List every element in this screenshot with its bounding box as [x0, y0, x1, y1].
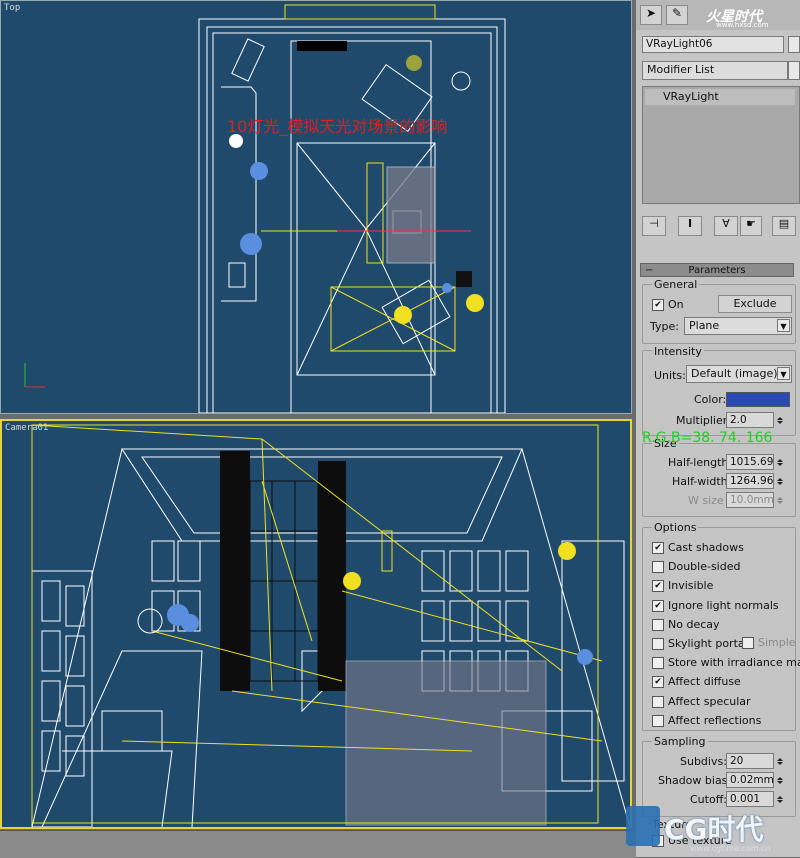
w-size-label: W size — [688, 494, 724, 507]
multiplier-spinner[interactable] — [776, 412, 784, 428]
shadow-bias-label: Shadow bias: — [658, 774, 732, 787]
watermark-cg-url: www.cgtime.com.cn — [690, 844, 771, 853]
color-swatch[interactable] — [726, 392, 790, 407]
object-name-field[interactable]: VRayLight06 — [642, 36, 784, 53]
option-checkbox[interactable] — [652, 618, 664, 631]
option-label: Double-sided — [668, 560, 741, 574]
scene-annotation: 10灯光_模拟天光对场景的影响 — [227, 117, 448, 136]
modifier-stack[interactable]: VRayLight — [642, 86, 800, 204]
modifier-list-arrow[interactable] — [788, 61, 800, 80]
cutoff-label: Cutoff: — [690, 793, 727, 806]
chevron-down-icon: ▼ — [777, 367, 790, 380]
option-label: Affect reflections — [668, 713, 762, 727]
stack-item-label: VRayLight — [663, 90, 719, 103]
sampling-title: Sampling — [652, 735, 708, 748]
half-width-field[interactable]: 1264.969 — [726, 473, 774, 489]
general-group — [642, 284, 796, 344]
option-checkbox[interactable] — [652, 695, 664, 708]
option-checkbox[interactable]: ✔ — [652, 542, 664, 554]
option-label: Ignore light normals — [668, 598, 779, 612]
watermark-url: www.hxsd.com — [716, 21, 769, 29]
panel-tab-bar: ➤ ✎ 火星时代 www.hxsd.com — [636, 0, 800, 30]
modify-tab[interactable]: ✎ — [666, 5, 688, 25]
on-checkbox[interactable]: ✔ — [652, 299, 664, 311]
rgb-readout: R.G.B=38. 74. 166 — [642, 430, 773, 446]
type-label: Type: — [650, 320, 679, 333]
option-label: Skylight portal — [668, 637, 748, 650]
cutoff-field[interactable]: 0.001 — [726, 791, 774, 807]
configure-sets-button[interactable]: ▤ — [772, 216, 796, 236]
make-unique-button[interactable]: ∀ — [714, 216, 738, 236]
option-label: Invisible — [668, 579, 714, 593]
shadow-bias-field[interactable]: 0.02mm — [726, 772, 774, 788]
option-checkbox[interactable]: ✔ — [652, 580, 664, 593]
simple-checkbox[interactable] — [742, 637, 754, 649]
parameters-rollout[interactable]: − Parameters — [640, 263, 794, 277]
cutoff-spinner[interactable] — [776, 791, 784, 807]
half-length-label: Half-length: — [668, 456, 733, 469]
modifier-list-label: Modifier List — [647, 63, 715, 76]
rollout-toggle-icon: − — [645, 265, 654, 276]
option-checkbox[interactable] — [652, 714, 664, 727]
subdivs-field[interactable]: 20 — [726, 753, 774, 769]
stack-toolbar: ⊣ I ∀ ☛ ▤ — [636, 212, 800, 240]
option-label: Store with irradiance map — [668, 656, 800, 670]
stack-item-vraylight[interactable]: VRayLight — [645, 89, 795, 105]
top-viewport-wireframe — [24, 4, 506, 413]
multiplier-field[interactable]: 2.0 — [726, 412, 774, 428]
half-width-spinner[interactable] — [776, 473, 784, 489]
subdivs-spinner[interactable] — [776, 753, 784, 769]
option-checkbox[interactable] — [652, 657, 664, 670]
camera-viewport[interactable]: Camera01 — [0, 419, 632, 829]
half-width-label: Half-width: — [672, 475, 732, 488]
units-value: Default (image) — [691, 367, 778, 380]
half-length-spinner[interactable] — [776, 454, 784, 470]
option-label: Cast shadows — [668, 541, 744, 554]
simple-label: Simple — [758, 636, 796, 649]
multiplier-label: Multiplier: — [676, 414, 731, 427]
modifier-list-dropdown[interactable]: Modifier List — [642, 61, 788, 80]
option-checkbox[interactable]: ✔ — [652, 676, 664, 689]
option-label: No decay — [668, 617, 720, 631]
option-checkbox[interactable] — [652, 561, 664, 574]
camera-viewport-wireframe — [31, 424, 630, 827]
remove-modifier-button[interactable]: ☛ — [740, 216, 762, 236]
options-title: Options — [652, 521, 699, 534]
shadow-bias-spinner[interactable] — [776, 772, 784, 788]
on-label: On — [668, 298, 684, 311]
general-title: General — [652, 278, 700, 291]
show-end-result-button[interactable]: I — [678, 216, 702, 236]
status-bar — [0, 830, 636, 858]
units-label: Units: — [654, 369, 686, 382]
exclude-label: Exclude — [733, 297, 777, 310]
command-panel: ➤ ✎ 火星时代 www.hxsd.com VRayLight06 Modifi… — [636, 0, 800, 857]
type-value: Plane — [689, 319, 720, 332]
watermark-cg-brand: CG时代 — [664, 813, 764, 846]
half-length-field[interactable]: 1015.696 — [726, 454, 774, 470]
parameters-rollout-title: Parameters — [688, 265, 746, 276]
color-label: Color: — [694, 393, 727, 406]
pin-stack-button[interactable]: ⊣ — [642, 216, 666, 236]
create-tab[interactable]: ➤ — [640, 5, 662, 25]
option-label: Affect specular — [668, 694, 751, 708]
subdivs-label: Subdivs: — [680, 755, 727, 768]
chevron-down-icon: ▼ — [777, 319, 790, 332]
option-checkbox[interactable]: ✔ — [652, 599, 664, 612]
intensity-title: Intensity — [652, 345, 704, 358]
type-dropdown[interactable]: Plane ▼ — [684, 317, 792, 335]
option-checkbox[interactable] — [652, 638, 664, 650]
object-color-swatch[interactable] — [788, 36, 800, 53]
units-dropdown[interactable]: Default (image) ▼ — [686, 365, 792, 383]
w-size-spinner[interactable] — [776, 492, 784, 508]
w-size-field[interactable]: 10.0mm — [726, 492, 774, 508]
option-label: Affect diffuse — [668, 675, 741, 689]
cg-logo-icon — [626, 806, 660, 846]
exclude-button[interactable]: Exclude — [718, 295, 792, 313]
top-viewport[interactable]: Top 10灯光_模拟天光对场景的影响 — [0, 0, 632, 414]
